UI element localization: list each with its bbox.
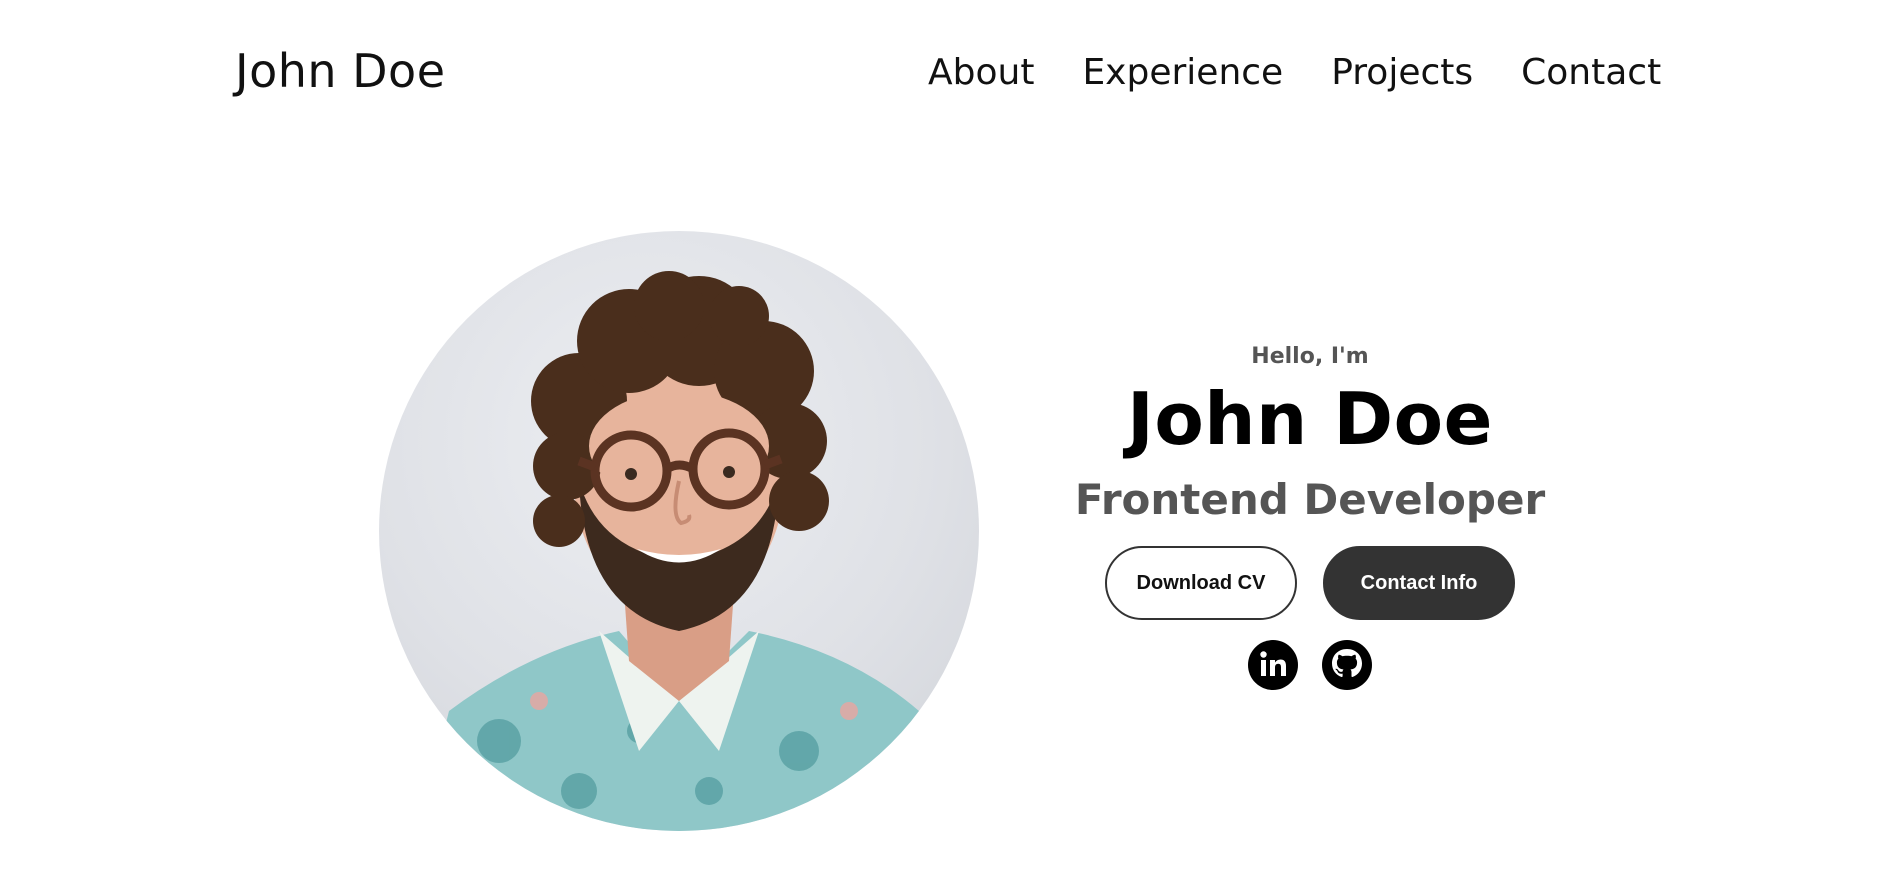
download-cv-button[interactable]: Download CV	[1105, 546, 1297, 620]
profile-portrait-illustration	[419, 271, 949, 831]
hero-section: Hello, I'm John Doe Frontend Developer D…	[1000, 344, 1620, 690]
main-nav: About Experience Projects Contact	[928, 52, 1661, 93]
linkedin-icon[interactable]	[1248, 640, 1298, 690]
contact-info-button[interactable]: Contact Info	[1323, 546, 1515, 620]
hero-buttons: Download CV Contact Info	[1000, 546, 1620, 620]
portfolio-page: John Doe About Experience Projects Conta…	[0, 0, 1891, 871]
social-links	[1000, 640, 1620, 690]
github-icon[interactable]	[1322, 640, 1372, 690]
nav-link-experience[interactable]: Experience	[1082, 52, 1283, 93]
nav-link-about[interactable]: About	[928, 52, 1034, 93]
site-logo[interactable]: John Doe	[235, 44, 446, 98]
profile-photo	[379, 231, 979, 831]
hero-role: Frontend Developer	[1074, 475, 1546, 524]
hero-greeting: Hello, I'm	[1251, 344, 1369, 369]
nav-link-projects[interactable]: Projects	[1331, 52, 1473, 93]
hero-name: John Doe	[1127, 377, 1493, 461]
nav-link-contact[interactable]: Contact	[1521, 52, 1661, 93]
